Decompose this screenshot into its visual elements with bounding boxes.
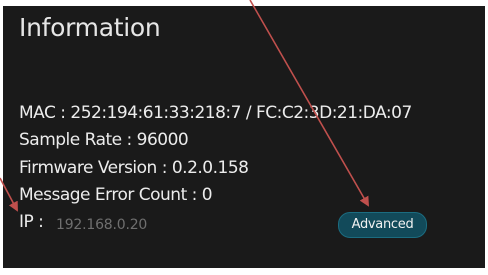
ip-label: IP :	[19, 212, 44, 232]
panel-title: Information	[19, 13, 161, 42]
information-panel: Information MAC : 252:194:61:33:218:7 / …	[3, 6, 485, 268]
sample-rate-text: Sample Rate : 96000	[19, 130, 189, 150]
mac-address-text: MAC : 252:194:61:33:218:7 / FC:C2:3D:21:…	[19, 103, 412, 123]
message-error-count-text: Message Error Count : 0	[19, 185, 213, 205]
advanced-button[interactable]: Advanced	[338, 212, 427, 238]
ip-address-field[interactable]: 192.168.0.20	[56, 217, 147, 233]
screenshot-page: Information MAC : 252:194:61:33:218:7 / …	[0, 0, 488, 275]
firmware-version-text: Firmware Version : 0.2.0.158	[19, 158, 249, 178]
